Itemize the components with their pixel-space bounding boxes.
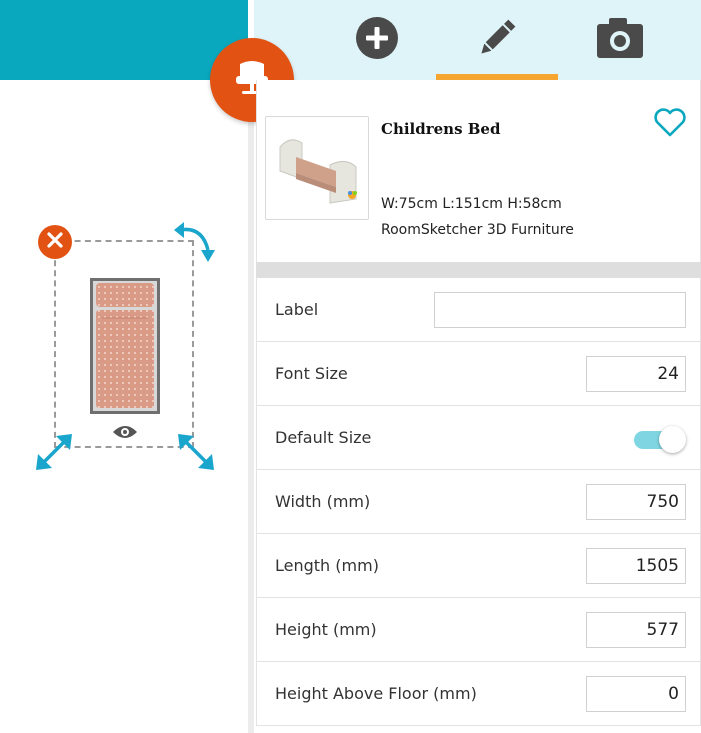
rotate-handle[interactable] — [172, 218, 218, 264]
item-name: Childrens Bed — [381, 120, 501, 138]
default-size-row: Default Size — [256, 406, 701, 470]
resize-arrow-icon — [176, 434, 216, 476]
tab-camera[interactable] — [559, 0, 681, 80]
resize-handle-bottom-right[interactable] — [176, 432, 216, 472]
delete-item-button[interactable] — [38, 225, 72, 259]
pencil-icon — [474, 15, 520, 65]
width-label: Width (mm) — [275, 492, 371, 511]
visibility-button[interactable] — [110, 422, 140, 442]
length-input[interactable] — [586, 548, 686, 584]
default-size-toggle[interactable] — [634, 426, 686, 453]
label-row: Label — [256, 278, 701, 342]
height-input[interactable] — [586, 612, 686, 648]
height-above-floor-input[interactable] — [586, 676, 686, 712]
label-label: Label — [275, 300, 319, 319]
default-size-label: Default Size — [275, 428, 372, 447]
bed-thumbnail-image — [279, 139, 357, 204]
height-above-floor-row: Height Above Floor (mm) — [256, 662, 701, 726]
width-input[interactable] — [586, 484, 686, 520]
item-info: Childrens Bed W:75cm L:151cm H:58cm Room… — [256, 80, 701, 262]
favorite-button[interactable] — [653, 108, 687, 138]
font-size-input[interactable] — [586, 356, 686, 392]
tab-add[interactable] — [316, 0, 438, 80]
height-above-floor-label: Height Above Floor (mm) — [275, 684, 477, 703]
font-size-row: Font Size — [256, 342, 701, 406]
tab-edit[interactable] — [436, 0, 558, 80]
width-row: Width (mm) — [256, 470, 701, 534]
item-source: RoomSketcher 3D Furniture — [381, 222, 574, 238]
section-separator — [256, 262, 701, 278]
font-size-label: Font Size — [275, 364, 348, 383]
close-icon — [46, 231, 64, 253]
resize-arrow-icon — [34, 434, 74, 476]
toggle-knob — [659, 426, 686, 453]
properties-panel: Childrens Bed W:75cm L:151cm H:58cm Room… — [256, 80, 701, 733]
heart-outline-icon — [653, 108, 687, 142]
plus-circle-icon — [355, 16, 399, 64]
label-input[interactable] — [434, 292, 686, 328]
length-row: Length (mm) — [256, 534, 701, 598]
tab-bar — [254, 0, 701, 80]
length-label: Length (mm) — [275, 556, 379, 575]
camera-icon — [595, 16, 645, 64]
bed-topview[interactable] — [90, 278, 160, 414]
height-label: Height (mm) — [275, 620, 377, 639]
height-row: Height (mm) — [256, 598, 701, 662]
eye-icon — [110, 426, 140, 446]
item-thumbnail[interactable] — [265, 116, 369, 220]
panel-divider — [248, 80, 254, 733]
resize-handle-bottom-left[interactable] — [34, 432, 74, 472]
item-dimensions: W:75cm L:151cm H:58cm — [381, 196, 562, 212]
rotate-arrow-icon — [172, 222, 218, 268]
property-rows: Label Font Size Default Size Width (mm) … — [256, 278, 701, 726]
